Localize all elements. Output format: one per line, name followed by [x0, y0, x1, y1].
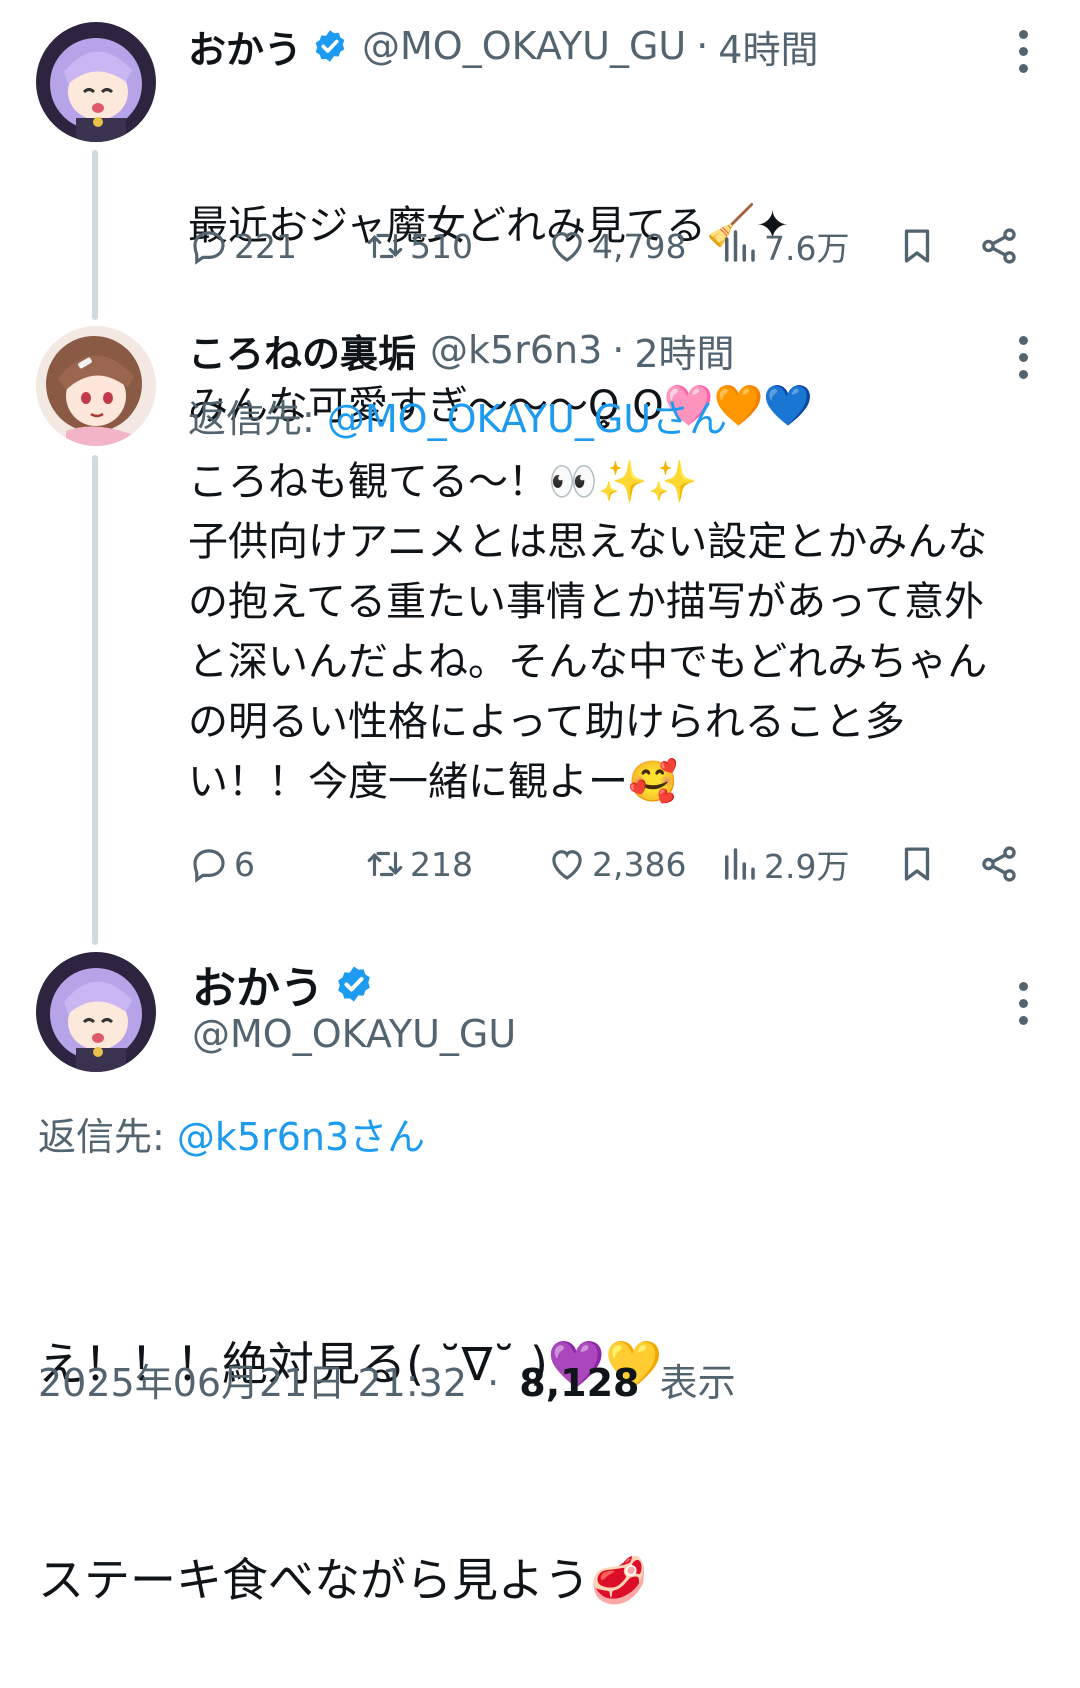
tweet1-reply-button[interactable]: 221	[188, 216, 297, 276]
tweet2-retweet-button[interactable]: 218	[364, 834, 473, 894]
tweet2-reply-button[interactable]: 6	[188, 834, 255, 894]
tweet1-bookmark-button[interactable]	[896, 216, 942, 276]
tweet2-handle[interactable]: @k5r6n3	[430, 328, 602, 372]
avatar-korone[interactable]	[36, 326, 156, 446]
thread-line-1	[92, 150, 98, 320]
main-tweet-timestamp[interactable]: 2025年06月21日 21:32	[38, 1361, 467, 1405]
avatar-okayu-main[interactable]	[36, 952, 156, 1072]
tweet2-like-count: 2,386	[592, 844, 687, 884]
retweet-icon	[367, 233, 403, 259]
bookmark-icon	[904, 847, 930, 881]
tweet2-actions: 6 218 2,386 2.9万	[188, 834, 1038, 894]
avatar-okayu[interactable]	[36, 22, 156, 142]
tweet2-reply-to: 返信先: @MO_OKAYU_GUさん	[188, 388, 727, 443]
tweet2-reply-count: 6	[234, 844, 255, 884]
tweet2-time[interactable]: 2時間	[634, 323, 734, 378]
tweet1-retweet-count: 510	[410, 226, 473, 266]
tweet1-view-count: 7.6万	[764, 229, 850, 268]
share-icon	[982, 228, 1016, 264]
main-tweet-text: え！！！絶対見る( ˘∇˘ )💜💛 ステーキ食べながら見よう🥩	[38, 1184, 1038, 1688]
tweet2-view-count: 2.9万	[764, 847, 850, 886]
main-tweet-reply-target-link[interactable]: @k5r6n3さん	[177, 1115, 425, 1159]
analytics-icon	[725, 230, 755, 262]
avatar-okayu-image	[36, 22, 156, 142]
verified-badge-icon	[334, 964, 374, 1004]
tweet2-header: ころねの裏垢 @k5r6n3 · 2時間	[188, 322, 735, 378]
tweet1-display-name[interactable]: おかう	[188, 19, 302, 74]
main-tweet-reply-to: 返信先: @k5r6n3さん	[38, 1106, 425, 1161]
reply-icon	[193, 231, 225, 265]
bookmark-icon	[904, 229, 930, 263]
tweet1-time[interactable]: 4時間	[718, 19, 818, 74]
tweet2-reply-prefix: 返信先:	[188, 397, 327, 441]
tweet1-actions: 221 510 4,798 7.6万	[188, 216, 1038, 276]
tweet2-text: ころねも観てる〜！👀✨✨ 子供向けアニメとは思えない設定とかみんなの抱えてる重た…	[188, 459, 988, 805]
tweet2-like-button[interactable]: 2,386	[546, 834, 686, 894]
tweet2-views-button[interactable]: 2.9万	[718, 834, 849, 894]
main-tweet-view-count: 8,128	[519, 1361, 640, 1405]
tweet1-separator: ·	[696, 24, 709, 68]
tweet1-handle[interactable]: @MO_OKAYU_GU	[362, 24, 686, 68]
tweet1-more-icon[interactable]	[1018, 30, 1028, 73]
tweet1-retweet-button[interactable]: 510	[364, 216, 473, 276]
analytics-icon	[725, 848, 755, 880]
verified-badge-icon	[312, 28, 348, 64]
main-tweet-more-icon[interactable]	[1018, 982, 1028, 1025]
tweet2-reply-target-link[interactable]: @MO_OKAYU_GUさん	[327, 397, 727, 441]
tweet2-display-name[interactable]: ころねの裏垢	[188, 323, 416, 378]
tweet2-retweet-count: 218	[410, 844, 473, 884]
main-tweet-display-name[interactable]: おかう	[192, 952, 324, 1016]
tweet2-bookmark-button[interactable]	[896, 834, 942, 894]
thread-line-2	[92, 455, 98, 945]
tweet1-like-button[interactable]: 4,798	[546, 216, 686, 276]
tweet2-share-button[interactable]	[978, 834, 1024, 894]
reply-icon	[193, 849, 225, 883]
tweet2-separator: ·	[612, 328, 625, 372]
tweet1-reply-count: 221	[234, 226, 297, 266]
tweet1-views-button[interactable]: 7.6万	[718, 216, 849, 276]
tweet1-share-button[interactable]	[978, 216, 1024, 276]
retweet-icon	[367, 851, 403, 877]
tweet1-like-count: 4,798	[592, 226, 687, 266]
main-tweet-view-label: 表示	[659, 1361, 736, 1405]
main-tweet-meta: 2025年06月21日 21:32 · 8,128 表示	[38, 1352, 736, 1407]
main-tweet-handle[interactable]: @MO_OKAYU_GU	[192, 1012, 516, 1056]
heart-icon	[552, 850, 582, 880]
main-tweet-text-line2: ステーキ食べながら見よう🥩	[38, 1553, 648, 1607]
avatar-okayu-main-image	[36, 952, 156, 1072]
tweet1-header: おかう @MO_OKAYU_GU · 4時間	[188, 18, 818, 74]
tweet2-more-icon[interactable]	[1018, 336, 1028, 379]
avatar-korone-image	[36, 326, 156, 446]
share-icon	[982, 846, 1016, 882]
main-tweet-reply-prefix: 返信先:	[38, 1115, 177, 1159]
heart-icon	[552, 232, 582, 262]
main-tweet-name-row: おかう	[192, 954, 388, 1014]
main-tweet-meta-separator: ·	[487, 1361, 500, 1405]
